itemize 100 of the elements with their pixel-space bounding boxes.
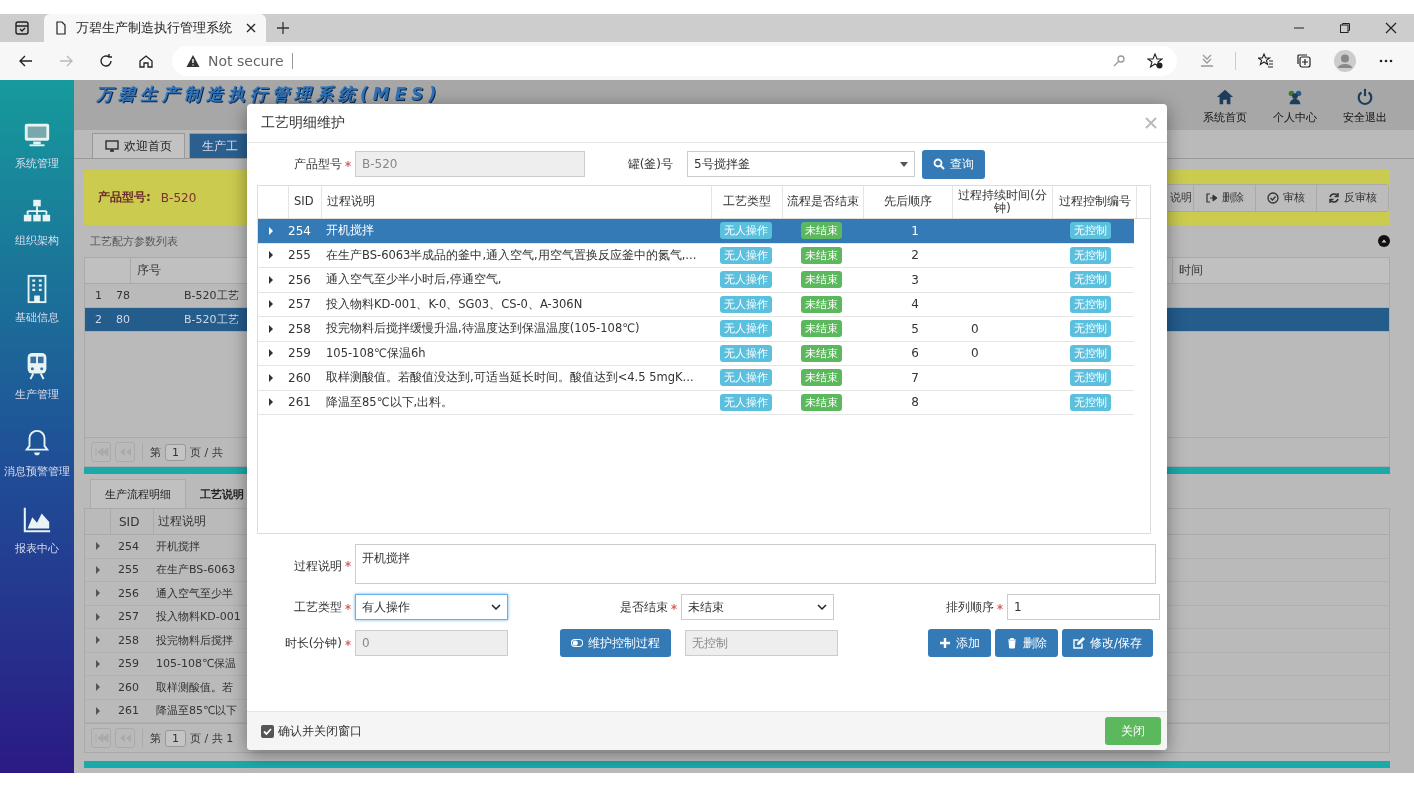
sidebar-item[interactable]: 组织架构 (0, 197, 74, 248)
add-favorite-icon[interactable] (1147, 53, 1163, 69)
collections-icon[interactable] (1296, 53, 1312, 69)
document-icon (54, 21, 68, 35)
home-icon[interactable] (138, 53, 154, 69)
expand-icon[interactable] (268, 398, 274, 407)
tank-select[interactable]: 5号搅拌釜 (687, 151, 915, 177)
finished-select[interactable]: 未结束 (681, 594, 834, 620)
description-field[interactable]: 开机搅拌 (355, 544, 1156, 584)
header-link[interactable]: 安全退出 (1330, 88, 1400, 125)
back-icon[interactable] (18, 53, 34, 69)
table-cell-text: 105-108℃保温 (155, 656, 237, 672)
table-cell-text: 261 (117, 704, 140, 718)
close-icon[interactable] (246, 23, 256, 33)
field-label: 产品型号 (293, 155, 342, 173)
field-label: 时长(分钟) (283, 634, 342, 652)
status-badge: 未结束 (800, 295, 842, 313)
column-header: 过程说明 (321, 186, 711, 218)
order-field[interactable]: 1 (1007, 594, 1160, 620)
browser-tab[interactable]: 万碧生产制造执行管理系统 (44, 14, 266, 42)
expand-icon[interactable] (268, 275, 274, 284)
action-button[interactable]: 添加 (927, 629, 991, 657)
security-label: Not secure (208, 53, 284, 69)
header-link[interactable]: 系统首页 (1190, 88, 1260, 125)
sidebar-item[interactable]: 基础信息 (0, 274, 74, 325)
table-cell-text: 取样测酸值。若 (155, 679, 233, 695)
download-icon[interactable] (1199, 53, 1215, 69)
expand-icon[interactable] (268, 300, 274, 309)
table-row[interactable]: 255 在生产BS-6063半成品的釜中,通入空气,用空气置换反应釜中的氮气,... 无人操作 未结束 2 无控制 (258, 243, 1134, 268)
table-row[interactable]: 260 取样测酸值。若酸值没达到,可适当延长时间。酸值达到<4.5 5mgK... 无人操作 未结束 7 无控制 (258, 366, 1134, 391)
sidebar-item[interactable]: 报表中心 (0, 505, 74, 556)
reload-icon[interactable] (98, 53, 114, 69)
status-badge: 无控制 (1070, 393, 1111, 411)
table-cell-text: 2 (95, 313, 103, 326)
tab-actions-icon[interactable] (14, 20, 30, 36)
checkbox-label[interactable]: 确认并关闭窗口 (278, 722, 362, 740)
pager-label: 第 (150, 730, 161, 746)
table-row[interactable]: 258 投完物料后搅拌缓慢升温,待温度达到保温温度(105-108℃) 无人操作 未结束 5 0 无控制 (258, 317, 1134, 342)
area-chart-icon (22, 505, 52, 535)
table-cell-text: 开机搅拌 (325, 223, 375, 239)
table-row[interactable]: 261 降温至85℃以下,出料。 无人操作 未结束 8 无控制 (258, 390, 1134, 415)
status-badge: 无人操作 (720, 369, 772, 387)
home-icon (1216, 88, 1234, 106)
header-link[interactable]: 个人中心 (1260, 88, 1330, 125)
table-row[interactable]: 254 开机搅拌 无人操作 未结束 1 无控制 (258, 219, 1134, 244)
column-header: 过程控制编号 (1052, 186, 1136, 218)
expand-icon[interactable] (268, 251, 274, 260)
close-icon[interactable] (1385, 22, 1397, 34)
toolbar-button[interactable]: 反审核 (1316, 184, 1388, 211)
table-cell: 5 (911, 321, 919, 336)
checkbox[interactable] (261, 724, 274, 738)
control-process-button[interactable]: 维护控制过程 (560, 629, 671, 657)
table-cell-text: 256 (288, 272, 312, 287)
toolbar-button[interactable]: 删除 (1193, 184, 1255, 211)
address-field[interactable]: Not secure (172, 46, 1177, 76)
status-badge: 无控制 (1070, 369, 1111, 387)
profile-avatar-icon[interactable] (1334, 50, 1356, 72)
action-button[interactable]: 修改/保存 (1061, 629, 1153, 657)
page-field[interactable]: 1 (165, 729, 186, 747)
status-badge: 未结束 (800, 393, 842, 411)
field-label: 排列顺序 (945, 598, 994, 616)
new-tab-icon[interactable] (276, 21, 290, 35)
pager-label: 第 (150, 444, 161, 460)
action-button[interactable]: 删除 (994, 629, 1058, 657)
status-badge: 无控制 (1070, 246, 1111, 264)
restore-icon[interactable] (1339, 22, 1351, 34)
collapse-icon[interactable] (1378, 235, 1390, 247)
table-cell-text: 通入空气至少半 (155, 585, 233, 601)
table-cell-text: 投完物料后搅拌 (155, 632, 233, 648)
expand-icon[interactable] (268, 349, 274, 358)
status-badge: 未结束 (800, 246, 842, 264)
sidebar-item[interactable]: 生产管理 (0, 351, 74, 402)
table-cell-text: 80 (116, 313, 131, 326)
table-cell-text: 261 (288, 395, 312, 410)
query-button[interactable]: 查询 (922, 149, 985, 179)
expand-icon[interactable] (268, 373, 274, 382)
favorites-icon[interactable] (1258, 53, 1274, 69)
table-cell-text: 在生产BS-6063半成品的釜中,通入空气,用空气置换反应釜中的氮气,... (325, 247, 698, 263)
status-badge: 未结束 (800, 222, 842, 240)
detail-tab[interactable]: 生产流程明细 (90, 479, 186, 508)
table-cell: 2 (911, 248, 919, 263)
status-badge: 未结束 (800, 320, 842, 338)
sidebar-item[interactable]: 消息预警管理 (0, 428, 74, 479)
column-header: 时间 (1172, 258, 1389, 283)
table-row[interactable]: 256 通入空气至少半小时后,停通空气, 无人操作 未结束 3 无控制 (258, 268, 1134, 293)
toolbar-button[interactable]: 审核 (1255, 184, 1316, 211)
table-cell: 8 (911, 395, 919, 410)
field-label: 是否结束 (619, 598, 668, 616)
status-badge: 无人操作 (720, 320, 772, 338)
process-type-select[interactable]: 有人操作 (355, 594, 508, 620)
table-row[interactable]: 257 投入物料KD-001、K-0、SG03、CS-0、A-306N 无人操作 未结束 4 无控制 (258, 292, 1134, 317)
table-cell-text: 259 (288, 346, 312, 361)
table-row[interactable]: 259 105-108℃保温6h 无人操作 未结束 6 0 无控制 (258, 341, 1134, 366)
page-field[interactable]: 1 (165, 443, 186, 461)
page-tab[interactable]: 欢迎首页 (92, 133, 185, 158)
expand-icon[interactable] (268, 324, 274, 333)
dialog-title: 工艺明细维护 (261, 114, 345, 132)
column-header: 流程是否结束 (782, 186, 863, 218)
column-header: 先后顺序 (863, 186, 952, 218)
warning-icon (186, 54, 200, 68)
